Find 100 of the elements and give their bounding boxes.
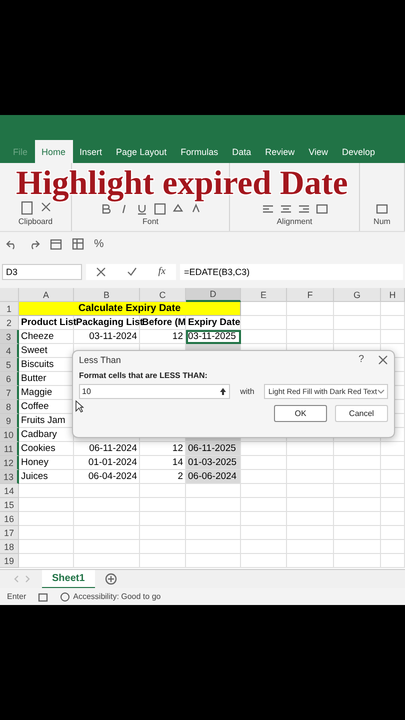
- row-header[interactable]: 7: [0, 386, 19, 400]
- table-cell: [334, 316, 381, 330]
- table-cell: [381, 484, 405, 498]
- collapse-icon[interactable]: [219, 387, 228, 396]
- accessibility-text: Accessibility: Good to go: [73, 592, 161, 601]
- row-header[interactable]: 17: [0, 526, 19, 540]
- row-header[interactable]: 15: [0, 498, 19, 512]
- percent-button[interactable]: %: [94, 238, 104, 250]
- cancel-icon[interactable]: [96, 266, 106, 276]
- table-cell: [287, 554, 334, 568]
- table-cell: [334, 498, 381, 512]
- table-cell: [287, 442, 334, 456]
- insert-function-button[interactable]: fx: [158, 266, 166, 277]
- row-header[interactable]: 18: [0, 540, 19, 554]
- ribbon-tab[interactable]: Data: [225, 140, 258, 163]
- row-header[interactable]: 12: [0, 456, 19, 470]
- close-icon[interactable]: [378, 354, 388, 364]
- check-icon[interactable]: [127, 266, 138, 276]
- column-header[interactable]: H: [381, 288, 405, 302]
- ribbon-tab[interactable]: Develop: [335, 140, 382, 163]
- table-cell: [19, 512, 74, 526]
- column-header[interactable]: C: [140, 288, 186, 302]
- dialog-title: Less Than: [79, 354, 122, 364]
- table-cell: [241, 484, 287, 498]
- column-header[interactable]: A: [19, 288, 74, 302]
- cancel-button[interactable]: Cancel: [335, 405, 388, 422]
- row-header[interactable]: 4: [0, 344, 19, 358]
- align-left-icon[interactable]: [262, 203, 274, 215]
- table-cell: [19, 498, 74, 512]
- name-box[interactable]: D3: [2, 264, 82, 280]
- column-header[interactable]: D: [186, 288, 241, 302]
- row-header[interactable]: 9: [0, 414, 19, 428]
- align-right-icon[interactable]: [298, 203, 310, 215]
- align-center-icon[interactable]: [280, 203, 292, 215]
- table-cell: Cookies: [19, 442, 74, 456]
- row-header[interactable]: 6: [0, 372, 19, 386]
- row-header[interactable]: 10: [0, 428, 19, 442]
- table-cell: [186, 484, 241, 498]
- table-cell: Juices: [19, 470, 74, 484]
- ribbon-tab[interactable]: Review: [258, 140, 302, 163]
- table-cell: Honey: [19, 456, 74, 470]
- row-header[interactable]: 14: [0, 484, 19, 498]
- sheet-tab[interactable]: Sheet1: [42, 570, 95, 588]
- table-cell: [287, 302, 334, 316]
- font-color-icon[interactable]: [190, 203, 202, 215]
- table-cell: [74, 484, 140, 498]
- table-cell: [287, 316, 334, 330]
- ribbon-group-label: Clipboard: [18, 217, 53, 226]
- table-cell: 06-11-2024: [74, 442, 140, 456]
- dialog-prompt: Format cells that are LESS THAN:: [79, 371, 208, 380]
- table-cell: [287, 456, 334, 470]
- column-header[interactable]: F: [287, 288, 334, 302]
- table-cell: [74, 540, 140, 554]
- ribbon-tab[interactable]: Home: [34, 140, 73, 163]
- column-header[interactable]: E: [241, 288, 287, 302]
- chevron-icon: [377, 388, 385, 394]
- merge-icon[interactable]: [316, 203, 328, 215]
- cut-icon[interactable]: [40, 201, 52, 213]
- ribbon-tab[interactable]: Formulas: [174, 140, 226, 163]
- table-cell: [334, 302, 381, 316]
- with-label: with: [240, 387, 254, 396]
- accessibility-status[interactable]: Accessibility: Good to go: [60, 592, 161, 602]
- add-sheet-icon[interactable]: [104, 573, 117, 585]
- border-icon[interactable]: [154, 203, 166, 215]
- table-cell: [140, 498, 186, 512]
- table-cell: [381, 512, 405, 526]
- row-header[interactable]: 16: [0, 512, 19, 526]
- row-header[interactable]: 8: [0, 400, 19, 414]
- row-header[interactable]: 5: [0, 358, 19, 372]
- row-header[interactable]: 11: [0, 442, 19, 456]
- table-cell: [381, 302, 405, 316]
- bold-icon[interactable]: [100, 203, 112, 215]
- value-field[interactable]: 10: [79, 384, 230, 399]
- table-cell: [74, 554, 140, 568]
- table-icon[interactable]: [72, 238, 84, 250]
- row-header[interactable]: 19: [0, 554, 19, 568]
- ok-button[interactable]: OK: [274, 405, 327, 422]
- table-cell: [74, 498, 140, 512]
- column-header[interactable]: B: [74, 288, 140, 302]
- table-cell: 06-06-2024: [186, 470, 241, 484]
- ribbon-group-label: Font: [142, 217, 158, 226]
- table-cell: [241, 554, 287, 568]
- row-header[interactable]: 3: [0, 330, 19, 344]
- row-header[interactable]: 13: [0, 470, 19, 484]
- table-cell: [381, 470, 405, 484]
- row-header[interactable]: 2: [0, 316, 19, 330]
- calendar-icon[interactable]: [50, 238, 62, 250]
- help-button[interactable]: ?: [358, 354, 364, 365]
- ribbon-tab[interactable]: Insert: [72, 140, 110, 163]
- macro-icon[interactable]: [38, 592, 48, 602]
- table-cell: [186, 512, 241, 526]
- underline-icon[interactable]: [136, 203, 148, 215]
- ribbon-tab[interactable]: Page Layout: [109, 140, 174, 163]
- table-cell: [74, 512, 140, 526]
- number-format-icon[interactable]: [376, 203, 388, 215]
- column-header[interactable]: G: [334, 288, 381, 302]
- formula-field[interactable]: =EDATE(B3,C3): [180, 264, 403, 280]
- table-cell: [287, 526, 334, 540]
- row-header[interactable]: 1: [0, 302, 19, 316]
- ribbon-tab[interactable]: View: [302, 140, 335, 163]
